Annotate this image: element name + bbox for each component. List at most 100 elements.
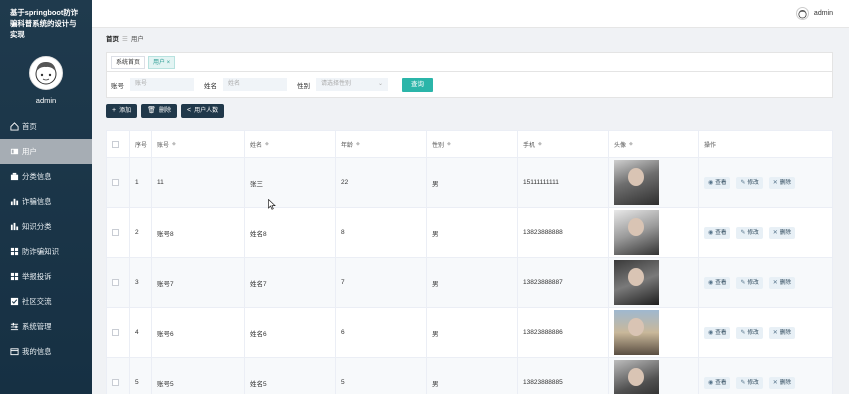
tab-home[interactable]: 系统首页 <box>111 55 146 69</box>
delete-button[interactable]: 🗑 删除 <box>141 104 178 118</box>
avatar-photo[interactable] <box>614 210 659 255</box>
row-delete-button[interactable]: ✕ 删除 <box>768 276 795 289</box>
close-icon: ✕ <box>772 179 778 186</box>
cell-avatar <box>609 308 699 357</box>
row-delete-label: 删除 <box>779 179 791 186</box>
gender-select[interactable]: 请选择性别 ⌄ <box>316 78 388 91</box>
cell-phone: 13823888886 <box>518 308 609 357</box>
category-icon <box>9 172 19 182</box>
avatar-photo[interactable] <box>614 360 659 394</box>
edit-icon: ✎ <box>740 329 746 336</box>
cell-age: 6 <box>336 308 427 357</box>
header-account[interactable]: 账号 ◆ <box>152 131 245 157</box>
gender-label: 性别 <box>297 82 310 90</box>
table-row[interactable]: 2 账号8 姓名8 8 男 13823888888 ◉ 查看 ✎ 修改 ✕ 删除 <box>107 208 832 258</box>
edit-button[interactable]: ✎ 修改 <box>736 326 763 339</box>
sidebar-item-label: 防诈骗知识 <box>22 247 59 256</box>
header-phone[interactable]: 手机 ◆ <box>518 131 609 157</box>
view-button[interactable]: ◉ 查看 <box>704 226 731 239</box>
row-checkbox[interactable] <box>112 379 119 386</box>
view-button[interactable]: ◉ 查看 <box>704 276 731 289</box>
row-delete-button[interactable]: ✕ 删除 <box>768 176 795 189</box>
row-checkbox[interactable] <box>112 279 119 286</box>
sidebar-item-label: 用户 <box>22 147 37 156</box>
user-table: 序号 账号 ◆ 姓名 ◆ 年龄 ◆ 性别 ◆ 手机 ◆ 头像 ◆ 操作 1 11 张三 22… <box>106 130 833 394</box>
avatar-photo[interactable] <box>614 260 659 305</box>
row-checkbox[interactable] <box>112 329 119 336</box>
sidebar-item-report[interactable]: 举报投诉 <box>0 264 92 289</box>
cell-age: 22 <box>336 158 427 207</box>
edit-button[interactable]: ✎ 修改 <box>736 226 763 239</box>
eye-icon: ◉ <box>708 379 714 386</box>
edit-button[interactable]: ✎ 修改 <box>736 176 763 189</box>
header-age[interactable]: 年龄 ◆ <box>336 131 427 157</box>
close-icon: ✕ <box>772 329 778 336</box>
cell-index: 4 <box>130 308 152 357</box>
sidebar-item-home[interactable]: 首页 <box>0 114 92 139</box>
add-button[interactable]: + 添加 <box>106 104 138 118</box>
edit-button[interactable]: ✎ 修改 <box>736 276 763 289</box>
sidebar-item-community[interactable]: 社区交流 <box>0 289 92 314</box>
cell-gender: 男 <box>427 208 518 257</box>
eye-icon: ◉ <box>708 279 714 286</box>
card-icon <box>9 347 19 357</box>
header-name[interactable]: 姓名 ◆ <box>245 131 336 157</box>
row-checkbox[interactable] <box>112 179 119 186</box>
table-row[interactable]: 5 账号5 姓名5 5 男 13823888885 ◉ 查看 ✎ 修改 ✕ 删除 <box>107 358 832 394</box>
name-input[interactable]: 姓名 <box>223 78 287 91</box>
account-input[interactable]: 账号 <box>130 78 194 91</box>
edit-icon: ✎ <box>740 379 746 386</box>
avatar[interactable] <box>29 56 63 90</box>
cell-avatar <box>609 258 699 307</box>
avatar-photo[interactable] <box>614 310 659 355</box>
settings-icon <box>9 322 19 332</box>
cell-name: 姓名6 <box>245 308 336 357</box>
table-row[interactable]: 1 11 张三 22 男 15111111111 ◉ 查看 ✎ 修改 ✕ 删除 <box>107 158 832 208</box>
sidebar-item-users[interactable]: 用户 <box>0 139 92 164</box>
row-delete-button[interactable]: ✕ 删除 <box>768 226 795 239</box>
sidebar-item-system[interactable]: 系统管理 <box>0 314 92 339</box>
breadcrumb-home[interactable]: 首页 <box>106 36 119 43</box>
row-delete-button[interactable]: ✕ 删除 <box>768 376 795 389</box>
view-button[interactable]: ◉ 查看 <box>704 376 731 389</box>
cell-index: 3 <box>130 258 152 307</box>
tab-users[interactable]: 用户 × <box>148 55 176 69</box>
sidebar-item-fraud-info[interactable]: 诈骗信息 <box>0 189 92 214</box>
search-form: 账号 账号 姓名 姓名 性别 请选择性别 ⌄ 查询 <box>106 71 833 98</box>
sidebar-item-knowledge-category[interactable]: 知识分类 <box>0 214 92 239</box>
sidebar-item-category[interactable]: 分类信息 <box>0 164 92 189</box>
header-gender[interactable]: 性别 ◆ <box>427 131 518 157</box>
row-delete-label: 删除 <box>779 379 791 386</box>
edit-button[interactable]: ✎ 修改 <box>736 376 763 389</box>
avatar-photo[interactable] <box>614 160 659 205</box>
cell-age: 8 <box>336 208 427 257</box>
row-delete-button[interactable]: ✕ 删除 <box>768 326 795 339</box>
cell-ops: ◉ 查看 ✎ 修改 ✕ 删除 <box>699 208 832 257</box>
table-row[interactable]: 4 账号6 姓名6 6 男 13823888886 ◉ 查看 ✎ 修改 ✕ 删除 <box>107 308 832 358</box>
cell-ops: ◉ 查看 ✎ 修改 ✕ 删除 <box>699 308 832 357</box>
top-user-menu[interactable]: admin <box>795 7 833 20</box>
view-label: 查看 <box>715 229 727 236</box>
header-avatar[interactable]: 头像 ◆ <box>609 131 699 157</box>
query-button[interactable]: 查询 <box>402 77 433 92</box>
table-row[interactable]: 3 账号7 姓名7 7 男 13823888887 ◉ 查看 ✎ 修改 ✕ 删除 <box>107 258 832 308</box>
view-button[interactable]: ◉ 查看 <box>704 326 731 339</box>
row-select <box>107 208 130 257</box>
row-delete-label: 删除 <box>779 329 791 336</box>
header-phone-label: 手机 <box>523 142 536 149</box>
sort-icon: ◆ <box>538 141 542 147</box>
chart-icon <box>9 222 19 232</box>
view-button[interactable]: ◉ 查看 <box>704 176 731 189</box>
sort-icon: ◆ <box>265 141 269 147</box>
user-count-button[interactable]: < 用户人数 <box>181 104 225 118</box>
cell-account: 11 <box>152 158 245 207</box>
sort-icon: ◆ <box>629 141 633 147</box>
select-all-checkbox[interactable] <box>112 140 119 148</box>
breadcrumb: 首页 ☰ 用户 <box>106 33 144 43</box>
sidebar-item-my-info[interactable]: 我的信息 <box>0 339 92 364</box>
cell-ops: ◉ 查看 ✎ 修改 ✕ 删除 <box>699 258 832 307</box>
row-checkbox[interactable] <box>112 229 119 236</box>
account-label: 账号 <box>111 82 124 90</box>
sidebar-item-anti-fraud-knowledge[interactable]: 防诈骗知识 <box>0 239 92 264</box>
table-header: 序号 账号 ◆ 姓名 ◆ 年龄 ◆ 性别 ◆ 手机 ◆ 头像 ◆ 操作 <box>107 131 832 158</box>
